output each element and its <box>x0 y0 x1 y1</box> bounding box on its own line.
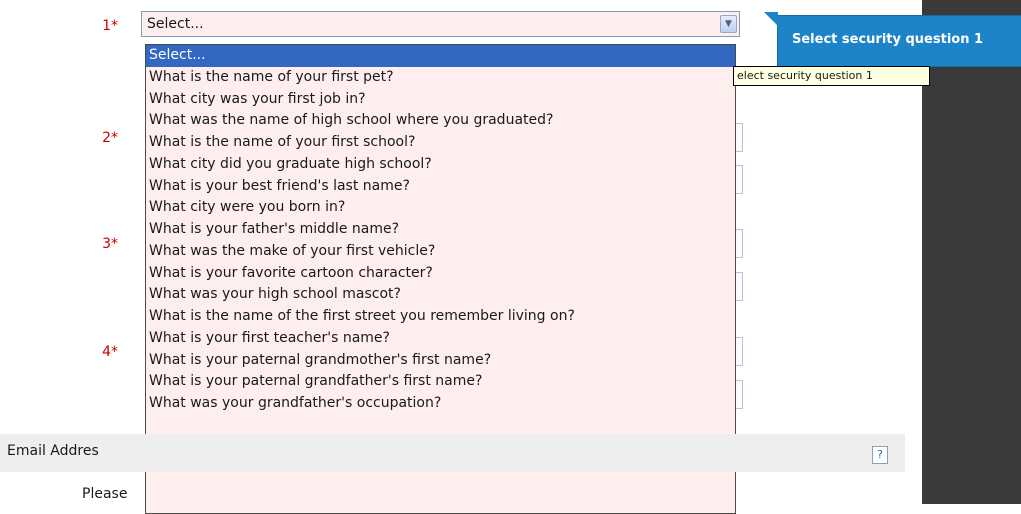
email-address-label: Email Addres <box>7 443 99 459</box>
question-number-1: 1* <box>102 18 118 34</box>
question-number-3: 3* <box>102 236 118 252</box>
callout-notch <box>764 12 778 26</box>
dropdown-option[interactable]: What city was your first job in? <box>146 89 735 111</box>
chevron-down-icon[interactable]: ▼ <box>720 15 737 33</box>
please-text: Please <box>82 486 128 502</box>
dropdown-option[interactable]: What is your father's middle name? <box>146 219 735 241</box>
email-address-row: Email Addres <box>0 434 905 472</box>
dropdown-option[interactable]: What city were you born in? <box>146 197 735 219</box>
dropdown-option[interactable]: What was the make of your first vehicle? <box>146 241 735 263</box>
select-current-value: Select... <box>147 16 204 32</box>
dropdown-option[interactable]: What is your paternal grandfather's firs… <box>146 371 735 393</box>
dropdown-option[interactable]: What is the name of your first pet? <box>146 67 735 89</box>
question-number-4: 4* <box>102 344 118 360</box>
security-question-callout: Select security question 1 <box>764 12 1021 67</box>
dropdown-option[interactable]: What city did you graduate high school? <box>146 154 735 176</box>
question-icon[interactable]: ? <box>872 446 888 464</box>
dropdown-option[interactable]: Select... <box>146 45 735 67</box>
callout-text: Select security question 1 <box>792 32 984 47</box>
dropdown-option[interactable]: What was your high school mascot? <box>146 284 735 306</box>
dropdown-option[interactable]: What is the name of the first street you… <box>146 306 735 328</box>
dropdown-option[interactable]: What is your paternal grandmother's firs… <box>146 350 735 372</box>
dropdown-option[interactable]: What is the name of your first school? <box>146 132 735 154</box>
dropdown-option[interactable]: What is your best friend's last name? <box>146 176 735 198</box>
security-question-1-select[interactable]: Select... ▼ <box>141 11 740 37</box>
right-side-panel <box>922 0 1021 504</box>
dropdown-option[interactable]: What was your grandfather's occupation? <box>146 393 735 415</box>
dropdown-option[interactable]: What was the name of high school where y… <box>146 110 735 132</box>
question-number-2: 2* <box>102 130 118 146</box>
dropdown-option[interactable]: What is your favorite cartoon character? <box>146 263 735 285</box>
dropdown-option[interactable]: What is your first teacher's name? <box>146 328 735 350</box>
tooltip: elect security question 1 <box>733 66 930 86</box>
